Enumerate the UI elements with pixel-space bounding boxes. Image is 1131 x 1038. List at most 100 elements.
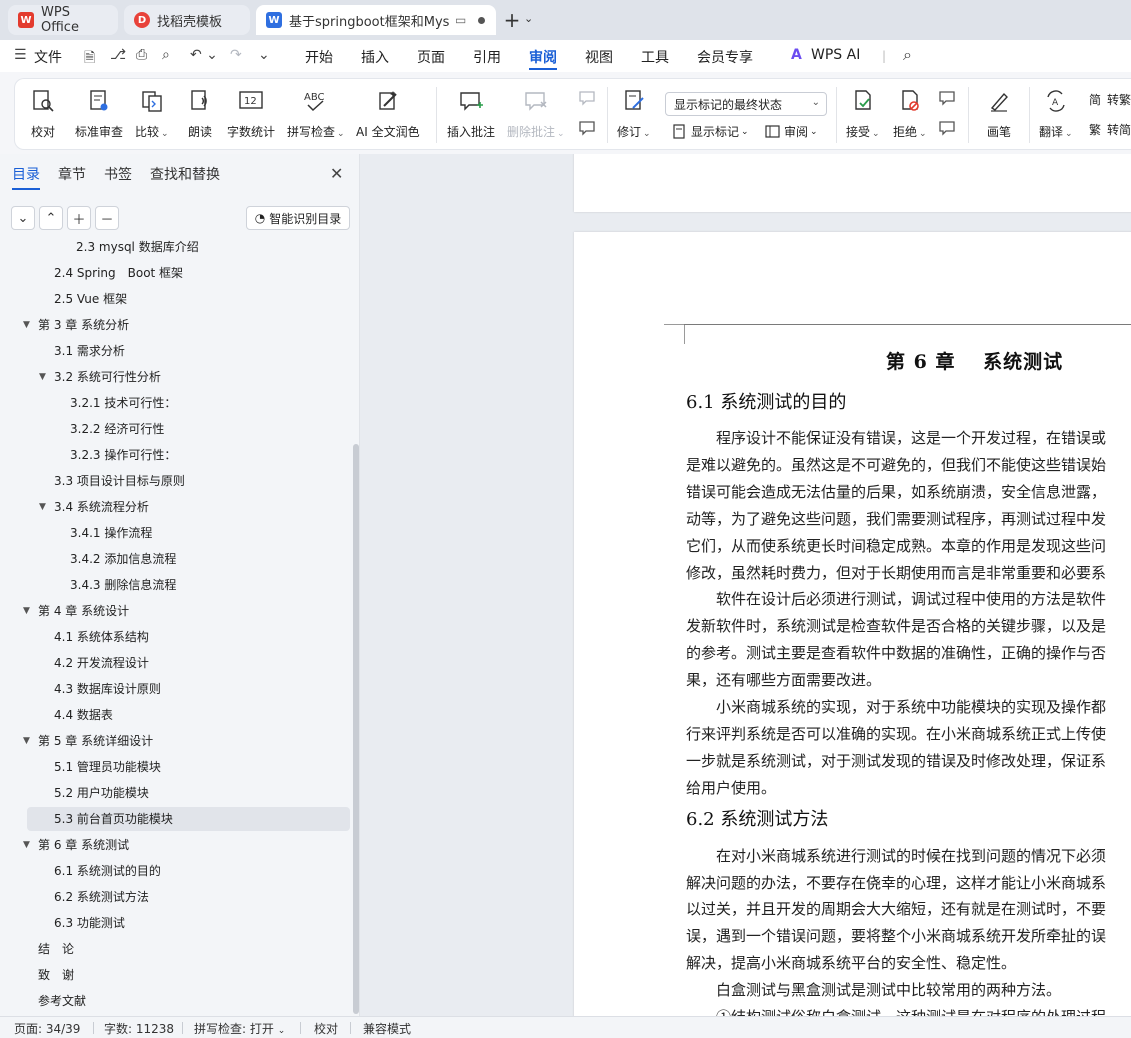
insert-comment-button[interactable]: 插入批注 (447, 87, 495, 140)
accept-button[interactable]: 接受 ⌄ (846, 87, 880, 140)
toc-item[interactable]: 参考文献 (38, 989, 86, 1013)
toc-item[interactable]: 3.2.2 经济可行性 (70, 417, 164, 441)
menu-tools[interactable]: 工具 (641, 47, 669, 67)
expand-triangle-icon[interactable]: ▼ (39, 365, 46, 389)
toc-item[interactable]: 3.4 系统流程分析 (54, 495, 149, 519)
toc-item[interactable]: 3.4.2 添加信息流程 (70, 547, 176, 571)
print-icon[interactable]: ⎙ (136, 47, 147, 63)
reject-button[interactable]: 拒绝 ⌄ (893, 87, 927, 140)
expand-triangle-icon[interactable]: ▼ (23, 729, 30, 753)
tab-wps-office[interactable]: W WPS Office (8, 5, 118, 35)
spell-check-button[interactable]: ABC 拼写检查 ⌄ (287, 87, 345, 140)
toc-item[interactable]: 5.3 前台首页功能模块 (54, 807, 173, 831)
add-heading-button[interactable]: ＋ (67, 206, 91, 230)
smart-toc-button[interactable]: ◔ 智能识别目录 (246, 206, 350, 230)
to-simplified-button[interactable]: 繁 转简 (1087, 121, 1131, 138)
expand-triangle-icon[interactable]: ▼ (23, 833, 30, 857)
toc-item[interactable]: 致 谢 (38, 963, 74, 987)
pen-button[interactable]: 画笔 (985, 87, 1013, 140)
expand-triangle-icon[interactable]: ▼ (39, 495, 46, 519)
delete-comment-button[interactable]: 删除批注 ⌄ (507, 87, 565, 140)
toc-item[interactable]: 6.3 功能测试 (54, 911, 125, 935)
standard-review-button[interactable]: 标准审查 (75, 87, 123, 140)
menu-start[interactable]: 开始 (305, 47, 333, 67)
toc-item[interactable]: 2.4 Spring Boot 框架 (54, 261, 183, 285)
toc-item[interactable]: 4.1 系统体系结构 (54, 625, 149, 649)
menu-wps-ai[interactable]: WPS AI (811, 47, 860, 63)
expand-triangle-icon[interactable]: ▼ (23, 599, 30, 623)
menu-insert[interactable]: 插入 (361, 47, 389, 67)
menu-view[interactable]: 视图 (585, 47, 613, 67)
save-icon[interactable]: 🗎 (84, 47, 95, 71)
menu-page[interactable]: 页面 (417, 47, 445, 67)
share-icon[interactable]: ⎇ (110, 47, 126, 63)
nav-tab-chapters[interactable]: 章节 (58, 164, 86, 184)
previous-change-icon[interactable] (937, 89, 957, 110)
proofread-button[interactable]: 校对 (29, 87, 57, 140)
toc-item[interactable]: 3.2.1 技术可行性： (70, 391, 176, 415)
word-count-indicator[interactable]: 字数: 11238 (104, 1020, 174, 1037)
print-preview-icon[interactable]: ⌕ (162, 47, 170, 63)
translate-button[interactable]: A 翻译 ⌄ (1039, 87, 1073, 140)
toc-item[interactable]: 5.2 用户功能模块 (54, 781, 149, 805)
search-icon[interactable]: ⌕ (903, 45, 912, 65)
tab-template[interactable]: D 找稻壳模板 (124, 5, 250, 35)
hamburger-icon[interactable]: ☰ (14, 47, 27, 63)
revise-button[interactable]: 修订 ⌄ (617, 87, 651, 140)
nav-tab-find-replace[interactable]: 查找和替换 (150, 164, 220, 184)
collapse-up-button[interactable]: ⌃ (39, 206, 63, 230)
toc-item[interactable]: 4.4 数据表 (54, 703, 113, 727)
menu-reference[interactable]: 引用 (473, 47, 501, 67)
chevron-down-icon[interactable]: ⌄ (524, 12, 533, 25)
markup-state-select[interactable]: 显示标记的最终状态 ⌄ (665, 92, 827, 116)
toc-item[interactable]: 2.3 mysql 数据库介绍 (76, 238, 199, 259)
remove-heading-button[interactable]: － (95, 206, 119, 230)
unsaved-dot-icon[interactable] (478, 16, 486, 24)
toc-item[interactable]: 3.2.3 操作可行性： (70, 443, 176, 467)
toc-item[interactable]: 6.2 系统测试方法 (54, 885, 149, 909)
toc-item[interactable]: 第 3 章 系统分析 (38, 313, 129, 337)
menu-review[interactable]: 审阅 (529, 47, 557, 67)
toc-item[interactable]: 6.1 系统测试的目的 (54, 859, 161, 883)
toc-scrollbar[interactable] (353, 444, 359, 1014)
toc-item[interactable]: 2.5 Vue 框架 (54, 287, 127, 311)
compare-button[interactable]: 比较 ⌄ (135, 87, 169, 140)
redo-icon[interactable]: ↷ (230, 47, 242, 63)
nav-tab-bookmarks[interactable]: 书签 (104, 164, 132, 184)
toc-item[interactable]: 3.4.1 操作流程 (70, 521, 152, 545)
show-markup-button[interactable]: 显示标记 ⌄ (671, 123, 749, 140)
next-change-icon[interactable] (937, 119, 957, 140)
toc-item[interactable]: 第 6 章 系统测试 (38, 833, 129, 857)
undo-icon[interactable]: ↶ ⌄ (190, 47, 218, 63)
toc-item[interactable]: 结 论 (38, 937, 74, 961)
toc-item[interactable]: 3.1 需求分析 (54, 339, 125, 363)
review-pane-button[interactable]: 审阅 ⌄ (764, 123, 818, 140)
proofread-status[interactable]: 校对 (314, 1020, 338, 1037)
toc-item[interactable]: 第 5 章 系统详细设计 (38, 729, 153, 753)
nav-tab-toc[interactable]: 目录 (12, 164, 40, 184)
page-indicator[interactable]: 页面: 34/39 (14, 1020, 80, 1037)
ai-polish-button[interactable]: AI 全文润色 (356, 87, 420, 140)
more-chevron-icon[interactable]: ⌄ (258, 47, 270, 63)
toc-item[interactable]: 5.1 管理员功能模块 (54, 755, 161, 779)
toc-item[interactable]: 3.2 系统可行性分析 (54, 365, 161, 389)
to-traditional-button[interactable]: 简 转繁 (1087, 91, 1131, 108)
toc-item[interactable]: 3.4.3 删除信息流程 (70, 573, 176, 597)
tab-document[interactable]: W 基于springboot框架和Mysql ▭ (256, 5, 496, 35)
spell-check-status[interactable]: 拼写检查: 打开 ⌄ (194, 1020, 285, 1037)
next-comment-icon[interactable] (577, 119, 597, 140)
toc-item[interactable]: 第 4 章 系统设计 (38, 599, 129, 623)
word-count-button[interactable]: 12 字数统计 (227, 87, 275, 140)
toc-item[interactable]: 3.3 项目设计目标与原则 (54, 469, 185, 493)
close-icon[interactable]: ✕ (330, 164, 343, 183)
menu-file[interactable]: 文件 (34, 47, 62, 67)
expand-down-button[interactable]: ⌄ (11, 206, 35, 230)
expand-triangle-icon[interactable]: ▼ (23, 313, 30, 337)
toc-item[interactable]: 4.3 数据库设计原则 (54, 677, 161, 701)
document-page[interactable]: 第 6 章 系统测试 6.1 系统测试的目的 程序设计不能保证没有错误，这是一个… (574, 232, 1131, 1016)
previous-comment-icon[interactable] (577, 89, 597, 110)
read-aloud-button[interactable]: 朗读 (186, 87, 214, 140)
toc-item[interactable]: 4.2 开发流程设计 (54, 651, 149, 675)
new-tab-button[interactable]: + (502, 8, 522, 32)
menu-member[interactable]: 会员专享 (697, 47, 753, 67)
